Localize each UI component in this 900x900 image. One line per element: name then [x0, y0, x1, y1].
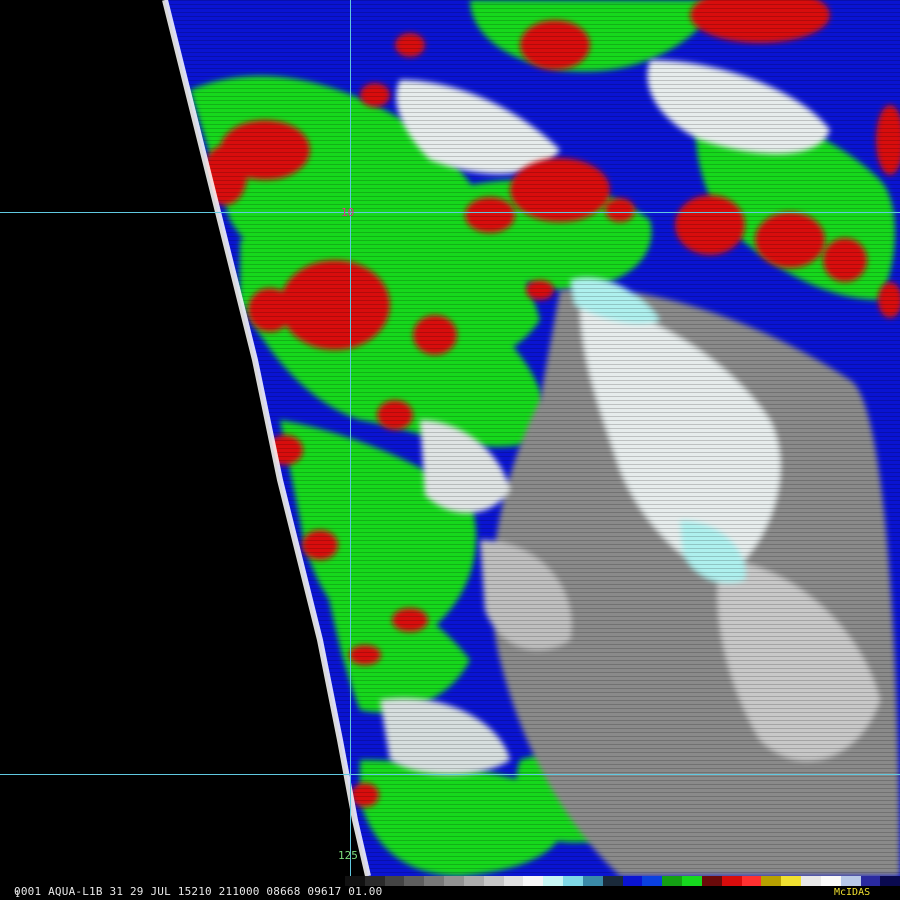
- color-scale-swatch: [860, 876, 881, 886]
- color-scale-swatch: [444, 876, 464, 886]
- color-scale-swatch: [820, 876, 841, 886]
- satellite-image: [0, 0, 900, 900]
- color-scale-swatch: [622, 876, 643, 886]
- color-scale-swatch: [424, 876, 445, 886]
- color-scale-swatch: [721, 876, 742, 886]
- color-scale-swatch: [682, 876, 702, 886]
- color-scale-swatch: [563, 876, 583, 886]
- longitude-label: 125: [338, 849, 358, 862]
- color-scale-swatch: [741, 876, 762, 886]
- footer-metadata-text: 0001 AQUA-L1B 31 29 JUL 15210 211000 086…: [14, 885, 383, 898]
- color-scale-swatch: [642, 876, 663, 886]
- color-scale-swatch: [483, 876, 504, 886]
- color-scale-swatch: [404, 876, 425, 886]
- color-scale-bar: [345, 876, 900, 886]
- color-scale-swatch: [503, 876, 524, 886]
- color-scale-swatch: [384, 876, 405, 886]
- color-scale-swatch: [523, 876, 544, 886]
- color-scale-swatch: [543, 876, 564, 886]
- color-scale-swatch: [801, 876, 821, 886]
- color-scale-swatch: [582, 876, 603, 886]
- color-scale-swatch: [662, 876, 683, 886]
- color-scale-swatch: [463, 876, 484, 886]
- color-scale-swatch: [880, 876, 900, 886]
- color-scale-swatch: [781, 876, 802, 886]
- mcidas-brand: McIDAS: [834, 887, 871, 898]
- color-scale-swatch: [602, 876, 623, 886]
- color-scale-swatch: [701, 876, 722, 886]
- color-scale-swatch: [761, 876, 782, 886]
- color-scale-swatch: [840, 876, 861, 886]
- latitude-label: 10: [341, 206, 355, 219]
